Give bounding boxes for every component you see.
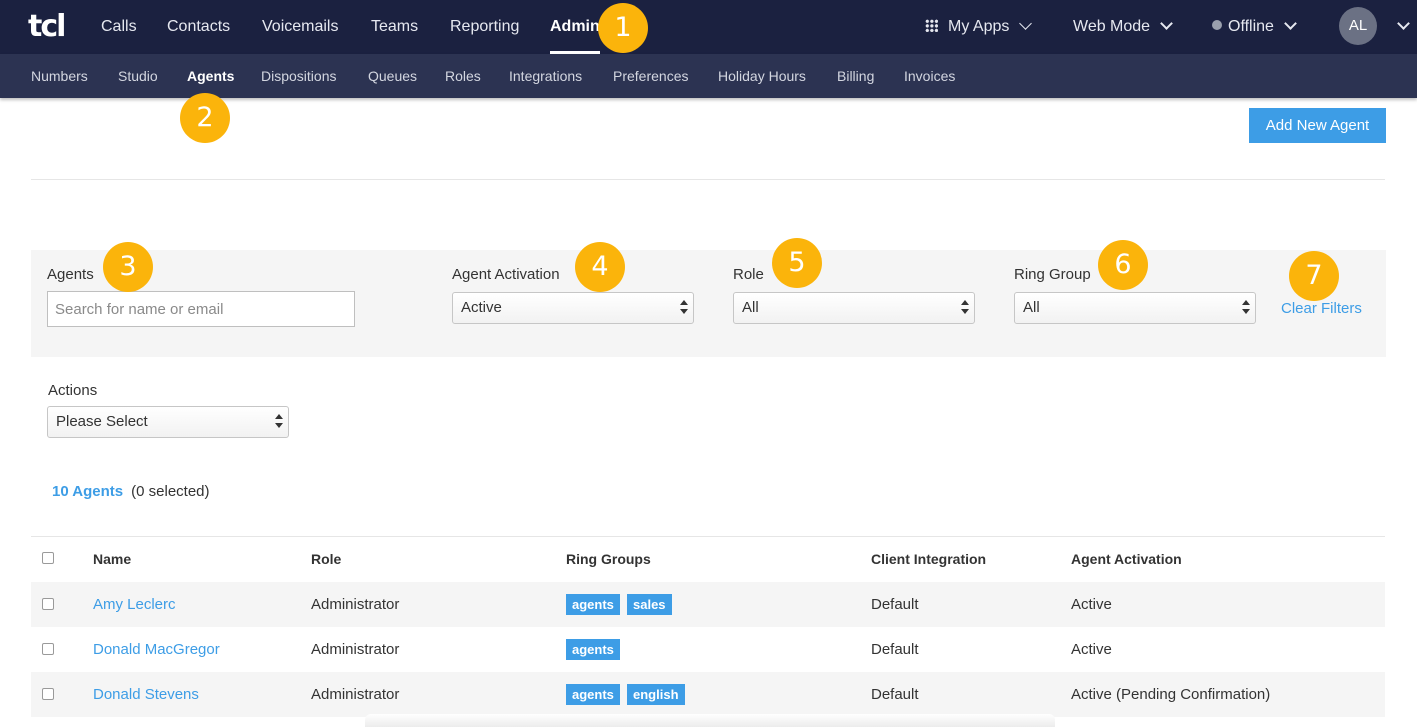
activation-select[interactable]: Active bbox=[452, 292, 694, 324]
role-filter-label: Role bbox=[733, 266, 764, 283]
agent-activation-status: Active bbox=[1071, 641, 1112, 658]
callout-badge-5: 5 bbox=[772, 238, 822, 288]
agent-role: Administrator bbox=[311, 596, 400, 613]
status-menu[interactable]: Offline bbox=[1212, 0, 1297, 54]
row-checkbox[interactable] bbox=[42, 688, 54, 700]
add-new-agent-button[interactable]: Add New Agent bbox=[1249, 108, 1386, 143]
actions-select-value: Please Select bbox=[56, 413, 148, 430]
selected-count: (0 selected) bbox=[131, 483, 210, 500]
my-apps-label: My Apps bbox=[948, 18, 1010, 35]
select-arrows-icon bbox=[680, 300, 688, 316]
agent-count[interactable]: 10 Agents bbox=[52, 483, 123, 500]
row-checkbox[interactable] bbox=[42, 643, 54, 655]
select-arrows-icon bbox=[961, 300, 969, 316]
agent-name-link[interactable]: Donald Stevens bbox=[93, 686, 199, 703]
nav-admin[interactable]: Admin bbox=[550, 0, 600, 54]
my-apps-menu[interactable]: My Apps bbox=[925, 0, 1033, 54]
callout-badge-4: 4 bbox=[575, 242, 625, 292]
status-label: Offline bbox=[1228, 18, 1274, 35]
ring-group-tag: english bbox=[627, 684, 685, 705]
ring-group-tag: agents bbox=[566, 594, 620, 615]
nav-contacts[interactable]: Contacts bbox=[167, 0, 230, 54]
user-avatar[interactable]: AL bbox=[1339, 7, 1377, 45]
top-navbar: tcl Calls Contacts Voicemails Teams Repo… bbox=[0, 0, 1417, 54]
select-arrows-icon bbox=[275, 414, 283, 430]
column-header-name[interactable]: Name bbox=[93, 551, 131, 567]
callout-badge-3: 3 bbox=[103, 242, 153, 292]
agent-name-link[interactable]: Donald MacGregor bbox=[93, 641, 220, 658]
agent-role: Administrator bbox=[311, 686, 400, 703]
agent-client-integration: Default bbox=[871, 641, 919, 658]
nav-teams[interactable]: Teams bbox=[371, 0, 418, 54]
ring-group-tag: sales bbox=[627, 594, 672, 615]
avatar-chevron-down-icon[interactable] bbox=[1397, 17, 1410, 30]
ring-group-tag: agents bbox=[566, 684, 620, 705]
agent-search-input[interactable] bbox=[47, 291, 355, 327]
select-all-checkbox[interactable] bbox=[42, 552, 54, 564]
subnav-queues[interactable]: Queues bbox=[368, 54, 417, 98]
app-logo[interactable]: tcl bbox=[28, 12, 66, 42]
agent-name-link[interactable]: Amy Leclerc bbox=[93, 596, 176, 613]
agent-count-summary: 10 Agents (0 selected) bbox=[52, 483, 210, 500]
subnav-studio[interactable]: Studio bbox=[118, 54, 158, 98]
subnav-integrations[interactable]: Integrations bbox=[509, 54, 582, 98]
web-mode-label: Web Mode bbox=[1073, 18, 1151, 35]
table-row bbox=[31, 627, 1385, 672]
chevron-down-icon bbox=[1284, 17, 1297, 30]
row-checkbox[interactable] bbox=[42, 598, 54, 610]
table-top-border bbox=[31, 536, 1385, 537]
agent-client-integration: Default bbox=[871, 686, 919, 703]
subnav-invoices[interactable]: Invoices bbox=[904, 54, 955, 98]
callout-badge-2: 2 bbox=[180, 93, 230, 143]
ring-group-select-value: All bbox=[1023, 299, 1040, 316]
admin-subnav: Numbers Studio Agents Dispositions Queue… bbox=[0, 54, 1417, 98]
column-header-ring-groups[interactable]: Ring Groups bbox=[566, 551, 651, 567]
column-header-role[interactable]: Role bbox=[311, 551, 341, 567]
role-select[interactable]: All bbox=[733, 292, 975, 324]
actions-select[interactable]: Please Select bbox=[47, 406, 289, 438]
callout-badge-7: 7 bbox=[1289, 251, 1339, 301]
bottom-overlay-shadow bbox=[365, 714, 1055, 727]
status-dot-icon bbox=[1212, 20, 1222, 30]
agent-activation-status: Active (Pending Confirmation) bbox=[1071, 686, 1271, 703]
subnav-dispositions[interactable]: Dispositions bbox=[261, 54, 336, 98]
activation-filter-label: Agent Activation bbox=[452, 266, 560, 283]
actions-label: Actions bbox=[48, 382, 98, 399]
clear-filters-link[interactable]: Clear Filters bbox=[1281, 300, 1362, 317]
agent-role: Administrator bbox=[311, 641, 400, 658]
nav-calls[interactable]: Calls bbox=[101, 0, 137, 54]
subnav-agents[interactable]: Agents bbox=[187, 54, 234, 98]
chevron-down-icon bbox=[1160, 17, 1173, 30]
agent-client-integration: Default bbox=[871, 596, 919, 613]
column-header-agent-activation[interactable]: Agent Activation bbox=[1071, 551, 1182, 567]
subnav-preferences[interactable]: Preferences bbox=[613, 54, 688, 98]
chevron-down-icon bbox=[1019, 17, 1033, 30]
select-arrows-icon bbox=[1242, 300, 1250, 316]
ring-group-select[interactable]: All bbox=[1014, 292, 1256, 324]
agents-filter-label: Agents bbox=[47, 266, 94, 283]
callout-badge-6: 6 bbox=[1098, 240, 1148, 290]
column-header-client-integration[interactable]: Client Integration bbox=[871, 551, 986, 567]
section-divider bbox=[31, 179, 1385, 180]
activation-select-value: Active bbox=[461, 299, 502, 316]
agent-activation-status: Active bbox=[1071, 596, 1112, 613]
ring-group-tag: agents bbox=[566, 639, 620, 660]
ring-group-filter-label: Ring Group bbox=[1014, 266, 1091, 283]
subnav-numbers[interactable]: Numbers bbox=[31, 54, 88, 98]
web-mode-menu[interactable]: Web Mode bbox=[1073, 0, 1173, 54]
subnav-billing[interactable]: Billing bbox=[837, 54, 874, 98]
table-row bbox=[31, 582, 1385, 627]
subnav-holiday-hours[interactable]: Holiday Hours bbox=[718, 54, 806, 98]
apps-grid-icon bbox=[925, 19, 938, 32]
nav-voicemails[interactable]: Voicemails bbox=[262, 0, 338, 54]
role-select-value: All bbox=[742, 299, 759, 316]
callout-badge-1: 1 bbox=[598, 3, 648, 53]
nav-reporting[interactable]: Reporting bbox=[450, 0, 519, 54]
subnav-roles[interactable]: Roles bbox=[445, 54, 481, 98]
